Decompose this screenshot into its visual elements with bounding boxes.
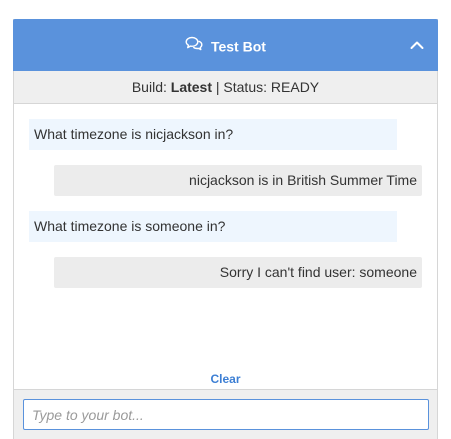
chat-bubbles-icon [185, 36, 203, 55]
user-message: What timezone is nicjackson in? [29, 119, 397, 150]
input-bar [13, 389, 438, 439]
bot-message: nicjackson is in British Summer Time [54, 165, 422, 196]
chat-header: Test Bot [13, 19, 438, 71]
status-bar: Build: Latest | Status: READY [13, 71, 438, 104]
build-label: Build: [131, 79, 167, 95]
header-title-wrap: Test Bot [13, 36, 438, 56]
clear-button[interactable]: Clear [13, 371, 438, 387]
message-input[interactable] [23, 399, 429, 430]
bot-title: Test Bot [210, 38, 266, 55]
build-value: Latest [170, 79, 212, 95]
status-separator: | [215, 79, 220, 95]
message-list: What timezone is nicjackson in? nicjacks… [13, 104, 438, 369]
chevron-up-icon [410, 41, 424, 49]
user-message: What timezone is someone in? [29, 211, 397, 242]
collapse-button[interactable] [408, 36, 426, 54]
bot-message: Sorry I can't find user: someone [54, 257, 422, 288]
status-label: Status: [223, 79, 268, 95]
status-value: READY [270, 79, 320, 95]
